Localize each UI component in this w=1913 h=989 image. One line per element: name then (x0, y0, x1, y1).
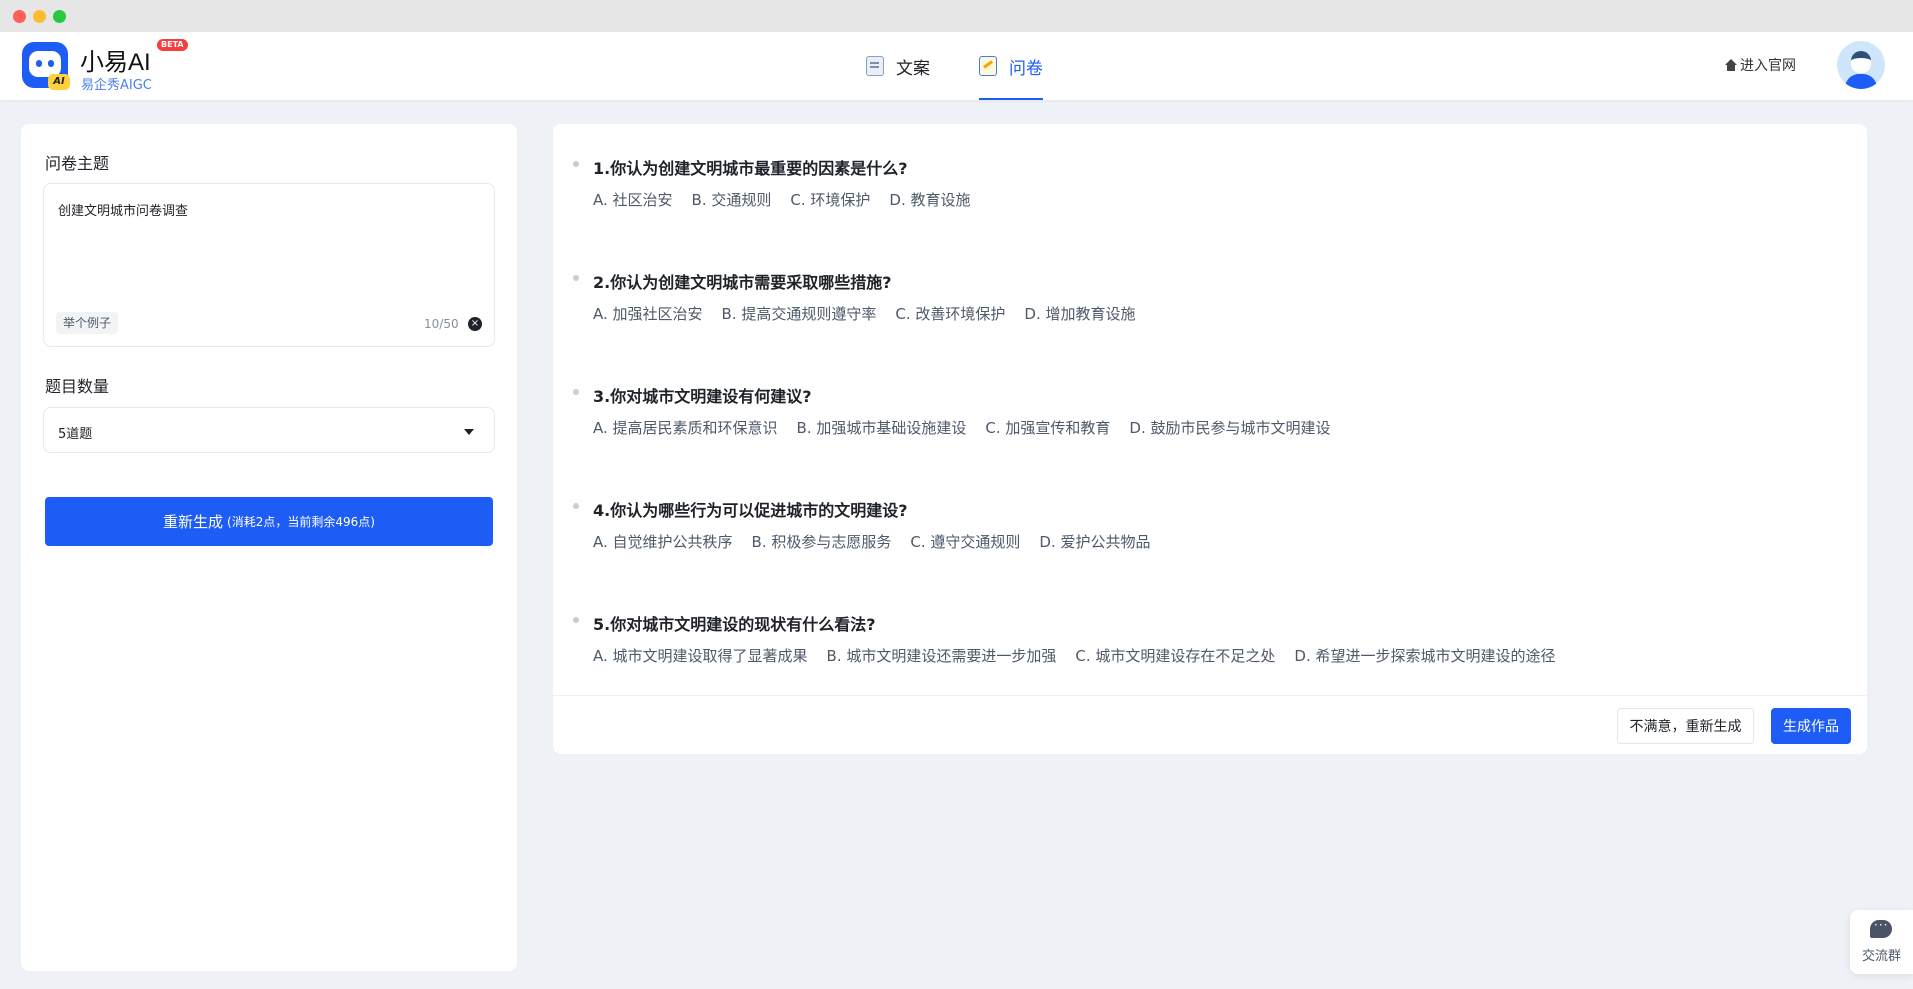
option: D. 爱护公共物品 (1039, 533, 1151, 551)
window-titlebar (0, 0, 1913, 32)
questionnaire-result-panel: 1.你认为创建文明城市最重要的因素是什么? A. 社区治安 B. 交通规则 C.… (553, 124, 1867, 754)
topic-value: 创建文明城市问卷调查 (58, 204, 189, 219)
tab-questionnaire[interactable]: 问卷 (979, 32, 1043, 100)
clear-icon[interactable]: × (468, 317, 482, 331)
minimize-window-button[interactable] (33, 10, 46, 23)
brand-name: 小易AI (80, 49, 151, 76)
official-site-link[interactable]: 进入官网 (1725, 55, 1796, 75)
app-logo[interactable]: AI (22, 42, 70, 90)
option: B. 加强城市基础设施建设 (796, 419, 967, 437)
questionnaire-settings-panel: 问卷主题 创建文明城市问卷调查 举个例子 10/50 × 题目数量 5道题 重新… (21, 124, 517, 971)
community-group-widget[interactable]: 交流群 (1850, 910, 1913, 974)
option: C. 改善环境保护 (895, 305, 1006, 323)
question-options: A. 城市文明建设取得了显著成果 B. 城市文明建设还需要进一步加强 C. 城市… (593, 645, 1575, 666)
regenerate-button[interactable]: 重新生成 (消耗2点，当前剩余496点) (45, 497, 493, 546)
question-title: 3.你对城市文明建设有何建议? (593, 387, 812, 406)
option: A. 社区治安 (593, 191, 673, 209)
option: D. 希望进一步探索城市文明建设的途径 (1294, 647, 1556, 665)
divider (553, 695, 1867, 696)
official-site-label: 进入官网 (1740, 58, 1796, 74)
questionnaire-icon (979, 56, 997, 76)
question-options: A. 提高居民素质和环保意识 B. 加强城市基础设施建设 C. 加强宣传和教育 … (593, 417, 1349, 438)
option: B. 城市文明建设还需要进一步加强 (826, 647, 1057, 665)
option: D. 教育设施 (889, 191, 971, 209)
example-button[interactable]: 举个例子 (56, 312, 119, 334)
tab-label: 问卷 (1009, 58, 1043, 79)
question-title: 4.你认为哪些行为可以促进城市的文明建设? (593, 501, 908, 520)
option: B. 交通规则 (691, 191, 772, 209)
bullet (573, 161, 579, 167)
option: B. 积极参与志愿服务 (751, 533, 892, 551)
bullet (573, 617, 579, 623)
option: A. 城市文明建设取得了显著成果 (593, 647, 808, 665)
question-options: A. 自觉维护公共秩序 B. 积极参与志愿服务 C. 遵守交通规则 D. 爱护公… (593, 531, 1169, 552)
question-options: A. 加强社区治安 B. 提高交通规则遵守率 C. 改善环境保护 D. 增加教育… (593, 303, 1154, 324)
question-options: A. 社区治安 B. 交通规则 C. 环境保护 D. 教育设施 (593, 189, 989, 210)
question-title: 1.你认为创建文明城市最重要的因素是什么? (593, 159, 908, 178)
chat-icon (1870, 918, 1892, 938)
option: C. 加强宣传和教育 (985, 419, 1111, 437)
bullet (573, 503, 579, 509)
user-avatar[interactable] (1837, 41, 1885, 89)
option: A. 提高居民素质和环保意识 (593, 419, 778, 437)
maximize-window-button[interactable] (53, 10, 66, 23)
logo-ai-tag: AI (48, 74, 70, 90)
retry-button[interactable]: 不满意，重新生成 (1617, 708, 1754, 744)
community-group-label: 交流群 (1861, 949, 1901, 964)
regenerate-cost: (消耗2点，当前剩余496点) (227, 515, 375, 529)
topic-label: 问卷主题 (45, 154, 110, 173)
produce-button[interactable]: 生成作品 (1771, 708, 1851, 744)
option: B. 提高交通规则遵守率 (721, 305, 877, 323)
question-count-label: 题目数量 (45, 377, 110, 396)
bullet (573, 389, 579, 395)
option: A. 自觉维护公共秩序 (593, 533, 733, 551)
beta-badge: BETA (157, 39, 188, 51)
regenerate-label: 重新生成 (163, 513, 224, 531)
home-icon (1725, 59, 1737, 71)
app-header: AI 小易AI BETA 易企秀AIGC 文案 问卷 进入官网 (0, 32, 1913, 100)
char-count: 10/50 (424, 317, 459, 331)
question-count-select[interactable]: 5道题 (43, 407, 495, 453)
caret-down-icon (464, 429, 474, 435)
option: A. 加强社区治安 (593, 305, 703, 323)
close-window-button[interactable] (13, 10, 26, 23)
tab-label: 文案 (896, 58, 930, 79)
topic-input[interactable]: 创建文明城市问卷调查 举个例子 10/50 × (43, 183, 495, 347)
option: C. 遵守交通规则 (910, 533, 1021, 551)
active-tab-indicator (979, 98, 1043, 100)
option: D. 增加教育设施 (1024, 305, 1136, 323)
bullet (573, 275, 579, 281)
option: D. 鼓励市民参与城市文明建设 (1129, 419, 1331, 437)
option: C. 城市文明建设存在不足之处 (1075, 647, 1276, 665)
question-title: 2.你认为创建文明城市需要采取哪些措施? (593, 273, 892, 292)
tab-copywriting[interactable]: 文案 (866, 32, 930, 100)
document-icon (866, 56, 884, 76)
question-count-value: 5道题 (58, 427, 93, 442)
question-title: 5.你对城市文明建设的现状有什么看法? (593, 615, 876, 634)
option: C. 环境保护 (790, 191, 871, 209)
brand-subtitle: 易企秀AIGC (81, 78, 152, 93)
